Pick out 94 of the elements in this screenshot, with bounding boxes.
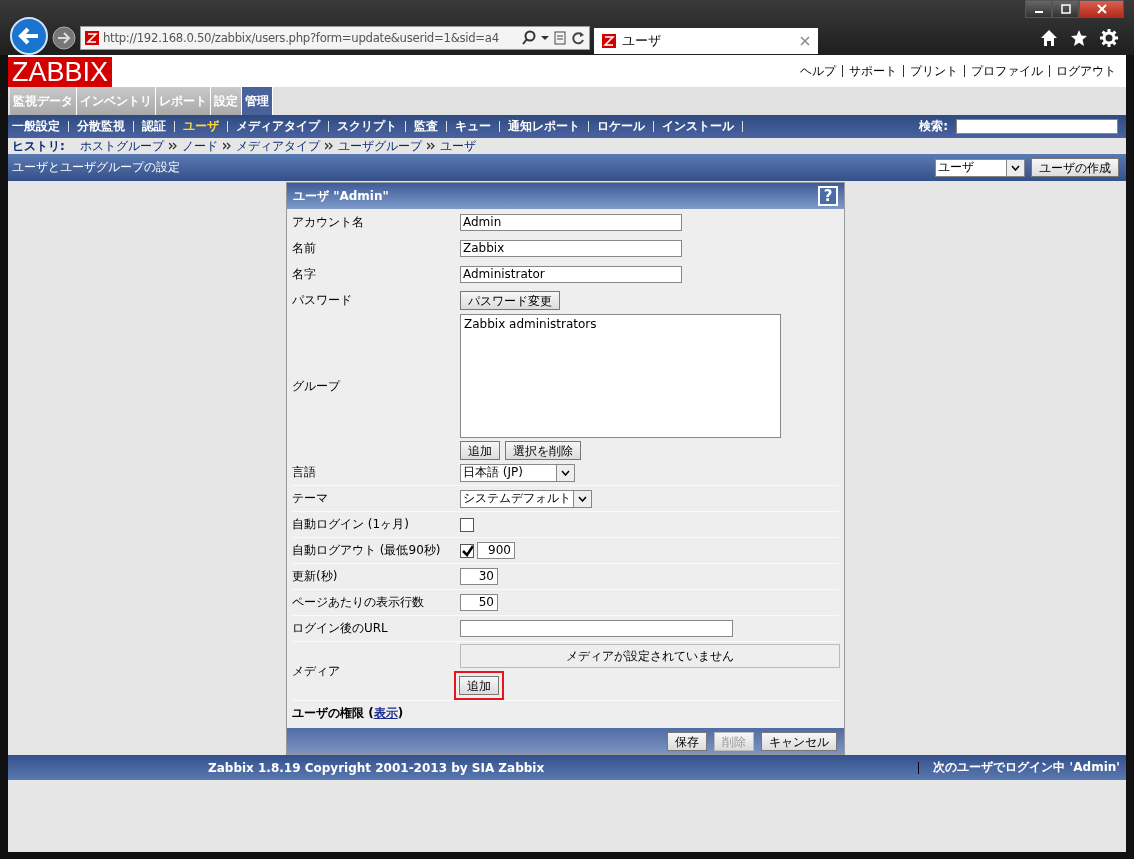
text-field[interactable]: Zabbix (460, 239, 682, 257)
site-favicon-icon (85, 30, 99, 45)
header-link[interactable]: プリント (910, 62, 958, 80)
history-label: ヒストリ: (12, 137, 65, 155)
copyright-text: Zabbix 1.8.19 Copyright 2001-2013 by SIA Zabbix (208, 760, 545, 775)
breadcrumb-separator-icon (168, 142, 177, 150)
header-link[interactable]: サポート (849, 62, 897, 80)
sub-menu-link[interactable]: 監査 (414, 118, 438, 135)
form-button[interactable]: 保存 (667, 731, 707, 751)
help-button[interactable]: ? (818, 186, 838, 206)
back-button[interactable] (10, 16, 48, 55)
search-field[interactable] (956, 119, 1118, 134)
dropdown[interactable]: 日本語 (JP) (460, 463, 575, 482)
permissions-text: ユーザの権限 (表示) (292, 705, 405, 722)
breadcrumb-separator-icon (222, 142, 231, 150)
field-label: アカウント名 (292, 213, 365, 231)
history-link[interactable]: ホストグループ (79, 137, 164, 155)
maximize-icon (1060, 4, 1071, 14)
create-user-button[interactable]: ユーザの作成 (1031, 158, 1119, 177)
sub-menu-link[interactable]: ユーザ (183, 118, 219, 135)
logged-in-text: 次のユーザでログイン中 'Admin' (933, 759, 1120, 776)
forward-button[interactable] (52, 25, 76, 50)
caret-icon (561, 469, 570, 476)
group-button[interactable]: 選択を削除 (505, 441, 581, 460)
sub-menu-link[interactable]: キュー (455, 118, 491, 135)
caret-icon (1011, 164, 1020, 171)
header-link[interactable]: プロファイル (971, 62, 1043, 80)
dropdown[interactable]: システムデフォルト (460, 489, 592, 508)
number-field[interactable]: 50 (460, 594, 498, 611)
type-select[interactable]: ユーザ (935, 158, 1025, 177)
text-field[interactable]: Administrator (460, 265, 682, 283)
field-label: ログイン後のURL (292, 620, 389, 637)
close-button[interactable] (1079, 0, 1124, 18)
field-label: 自動ログアウト (最低90秒) (292, 542, 442, 559)
text-field[interactable]: Admin (460, 213, 682, 231)
sub-menu-link[interactable]: ロケール (597, 118, 645, 135)
history-link[interactable]: ユーザグループ (337, 137, 422, 155)
number-field[interactable]: 30 (460, 568, 498, 585)
sub-menu-link[interactable]: インストール (662, 118, 734, 135)
site-favicon-icon (602, 33, 616, 48)
sub-menu-link[interactable]: スクリプト (337, 118, 397, 135)
field-label: 更新(秒) (292, 568, 339, 585)
empty-message: メディアが設定されていません (566, 649, 734, 663)
add-media-button[interactable]: 追加 (459, 676, 499, 695)
form-button[interactable]: キャンセル (761, 731, 837, 751)
zabbix-logo: ZABBIX (8, 57, 113, 87)
sub-menu-link[interactable]: 一般設定 (12, 118, 60, 135)
browser-tab[interactable]: ユーザ (594, 27, 818, 54)
close-icon (1096, 4, 1107, 14)
close-icon[interactable] (800, 35, 810, 46)
show-link[interactable]: 表示 (373, 706, 398, 720)
sub-menu-link[interactable]: 分散監視 (77, 118, 125, 135)
form-title: ユーザ "Admin" (293, 187, 389, 205)
field-label: 自動ログイン (1ヶ月) (292, 516, 410, 533)
search-icon[interactable] (521, 29, 537, 46)
group-list[interactable]: Zabbix administrators (460, 314, 781, 438)
address-bar[interactable]: http://192.168.0.50/zabbix/users.php?form=update&userid=1&sid=a4 (80, 25, 590, 50)
header-link[interactable]: ヘルプ (800, 62, 836, 80)
field-label: 名前 (292, 239, 317, 257)
home-icon[interactable] (1040, 28, 1058, 47)
maximize-button[interactable] (1052, 0, 1079, 18)
list-item[interactable]: Zabbix administrators (464, 317, 777, 331)
sub-menu-link[interactable]: 通知レポート (508, 118, 580, 135)
minimize-button[interactable] (1025, 0, 1052, 18)
search-label: 検索: (919, 118, 948, 135)
text-field[interactable] (460, 620, 733, 637)
field-label: 名字 (292, 265, 317, 283)
field-label: メディア (292, 662, 341, 680)
group-button[interactable]: 追加 (460, 441, 500, 460)
header-link[interactable]: ログアウト (1056, 62, 1116, 80)
field-label: グループ (292, 378, 342, 395)
page-title: ユーザとユーザグループの設定 (12, 159, 180, 176)
history-link[interactable]: メディアタイプ (235, 137, 320, 155)
history-link[interactable]: ノード (181, 137, 218, 155)
number-field[interactable]: 900 (477, 542, 515, 559)
checkbox[interactable] (460, 517, 474, 532)
main-menu-tab[interactable]: 管理 (242, 87, 273, 115)
field-label: 言語 (292, 464, 317, 481)
change-password-button[interactable]: パスワード変更 (460, 290, 560, 310)
refresh-icon[interactable] (571, 29, 585, 46)
settings-icon[interactable] (1100, 28, 1118, 47)
field-label: パスワード (292, 291, 353, 309)
field-label: ページあたりの表示行数 (292, 594, 425, 611)
field-label: テーマ (292, 490, 329, 507)
breadcrumb-separator-icon (426, 142, 435, 150)
tab-title: ユーザ (622, 31, 662, 50)
star-icon[interactable] (1070, 28, 1088, 47)
history-link[interactable]: ユーザ (439, 137, 476, 155)
caret-icon (578, 495, 587, 502)
checkbox[interactable] (460, 543, 474, 558)
sub-menu-link[interactable]: メディアタイプ (236, 118, 320, 135)
breadcrumb-separator-icon (324, 142, 333, 150)
minimize-icon (1034, 11, 1043, 13)
sub-menu-link[interactable]: 認証 (142, 118, 166, 135)
